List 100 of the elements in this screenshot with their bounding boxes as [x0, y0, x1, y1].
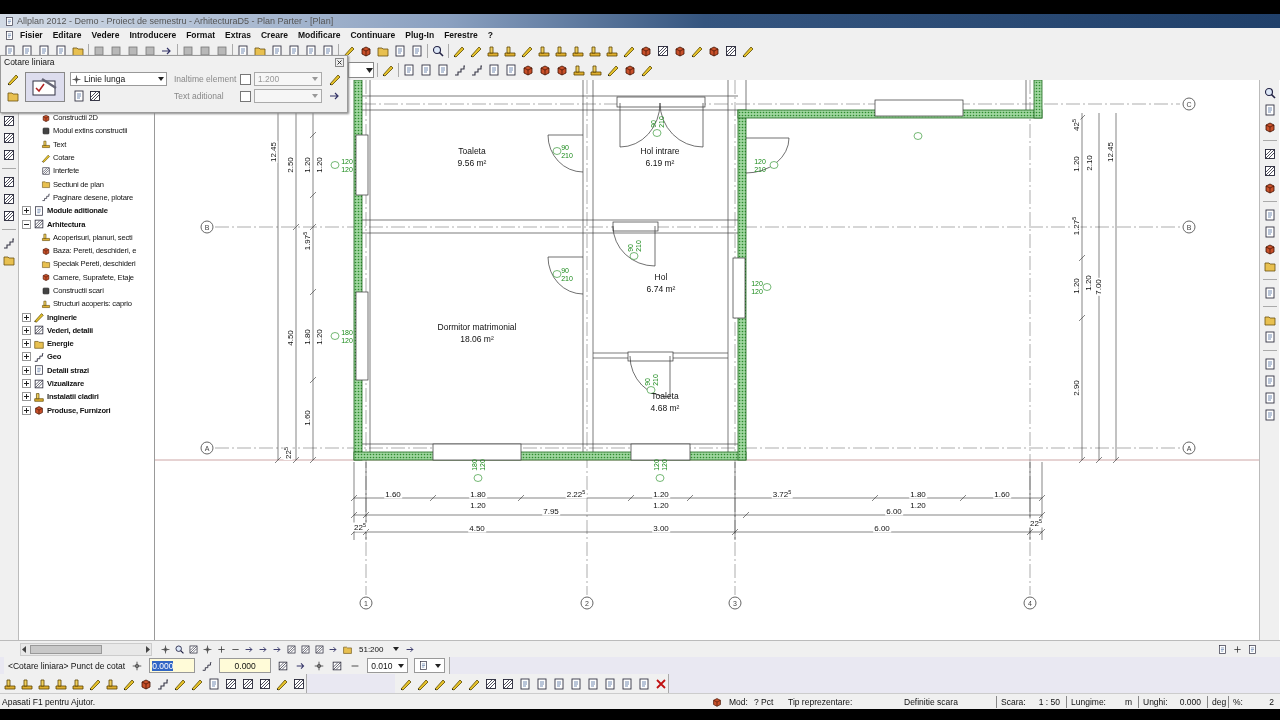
cube-icon[interactable] [521, 63, 535, 77]
hatch-icon[interactable] [2, 192, 16, 206]
hatch-icon[interactable] [484, 676, 498, 691]
page-icon[interactable] [54, 44, 68, 58]
square-icon[interactable] [181, 44, 195, 58]
scale-dropdown[interactable]: 51:200 [356, 644, 403, 654]
step-dropdown[interactable]: 0.010 [367, 658, 409, 673]
page-icon[interactable] [20, 44, 34, 58]
hatch-icon[interactable] [2, 175, 16, 189]
page-icon[interactable] [620, 676, 634, 691]
hatch-icon[interactable] [331, 659, 344, 672]
page-icon[interactable] [603, 676, 617, 691]
pencil-icon[interactable] [6, 72, 20, 86]
pencil-icon[interactable] [520, 44, 534, 58]
pencil-icon[interactable] [381, 63, 395, 77]
stairs-icon[interactable] [453, 63, 467, 77]
menu-item[interactable]: Plug-In [400, 30, 440, 40]
page-icon[interactable] [3, 44, 17, 58]
stairs-icon[interactable] [156, 676, 170, 691]
page-icon[interactable] [552, 676, 566, 691]
cube-icon[interactable] [639, 44, 653, 58]
menu-item[interactable]: Fisier [15, 30, 48, 40]
crosshair-icon[interactable] [131, 659, 144, 672]
right-arrow-icon[interactable] [144, 645, 151, 653]
pencil-icon[interactable] [452, 44, 466, 58]
expand-toggle[interactable] [22, 339, 31, 349]
hatch-icon[interactable] [2, 209, 16, 223]
menu-item[interactable]: Modificare [292, 30, 346, 40]
stairs-icon[interactable] [201, 659, 214, 672]
page-icon[interactable] [304, 44, 318, 58]
cube-icon[interactable] [538, 63, 552, 77]
search-icon[interactable] [174, 643, 185, 655]
expand-toggle[interactable] [22, 405, 31, 415]
page-icon[interactable] [410, 44, 424, 58]
page-icon[interactable] [236, 44, 250, 58]
expand-toggle[interactable] [22, 379, 31, 389]
hatch-icon[interactable] [2, 114, 16, 128]
crosshair-icon[interactable] [202, 643, 213, 655]
crosshair-icon[interactable] [313, 659, 326, 672]
menu-item[interactable]: Editare [47, 30, 87, 40]
page-icon[interactable] [535, 676, 549, 691]
page-icon[interactable] [1262, 408, 1277, 422]
square-icon[interactable] [198, 44, 212, 58]
page-icon[interactable] [436, 63, 450, 77]
page-icon[interactable] [37, 44, 51, 58]
hatch-icon[interactable] [224, 676, 238, 691]
dimension-tool-icon[interactable] [25, 72, 65, 102]
hatch-icon[interactable] [2, 131, 16, 145]
folder-icon[interactable] [6, 89, 20, 103]
pencil-icon[interactable] [469, 44, 483, 58]
plus-icon[interactable] [1232, 643, 1243, 655]
hatch-icon[interactable] [258, 676, 272, 691]
cube-icon[interactable] [1262, 120, 1277, 134]
square-icon[interactable] [126, 44, 140, 58]
cube-icon[interactable] [1262, 242, 1277, 256]
search-icon[interactable] [431, 44, 445, 58]
page-icon[interactable] [487, 63, 501, 77]
expand-toggle[interactable] [22, 206, 31, 216]
close-icon[interactable] [335, 57, 344, 67]
page-icon[interactable] [1217, 643, 1228, 655]
hatch-icon[interactable] [1262, 164, 1277, 178]
menu-item[interactable]: Vedere [86, 30, 125, 40]
pencil-icon[interactable] [741, 44, 755, 58]
cube-icon[interactable] [623, 63, 637, 77]
folder-icon[interactable] [1262, 313, 1277, 327]
hatch-icon[interactable] [292, 676, 306, 691]
pencil-icon[interactable] [328, 72, 342, 86]
pencil-icon[interactable] [606, 63, 620, 77]
pencil-icon[interactable] [640, 63, 654, 77]
value-field[interactable]: 0.000 [149, 658, 196, 673]
hatch-icon[interactable] [501, 676, 515, 691]
search-icon[interactable] [1262, 86, 1277, 100]
menu-item[interactable]: Creare [256, 30, 293, 40]
expand-toggle[interactable] [22, 325, 31, 335]
menu-item[interactable]: Ferestre [439, 30, 483, 40]
line-type-dropdown[interactable]: Linie lunga [70, 72, 167, 86]
cube-icon[interactable] [673, 44, 687, 58]
hatch-icon[interactable] [88, 89, 102, 103]
folder-icon[interactable] [71, 44, 85, 58]
cube-icon[interactable] [1262, 181, 1277, 195]
hatch-icon[interactable] [241, 676, 255, 691]
pencil-icon[interactable] [622, 44, 636, 58]
page-icon[interactable] [402, 63, 416, 77]
menu-item[interactable]: Extras [220, 30, 256, 40]
hatch-icon[interactable] [724, 44, 738, 58]
folder-icon[interactable] [376, 44, 390, 58]
page-icon[interactable] [4, 29, 15, 41]
mode-dropdown[interactable] [414, 658, 446, 673]
crosshair-icon[interactable] [160, 643, 171, 655]
page-icon[interactable] [569, 676, 583, 691]
expand-toggle[interactable] [22, 392, 31, 402]
folder-icon[interactable] [253, 44, 267, 58]
close-icon[interactable] [654, 676, 668, 691]
page-icon[interactable] [1262, 374, 1277, 388]
horizontal-scrollbar[interactable] [20, 642, 152, 656]
expand-toggle[interactable] [22, 312, 31, 322]
stairs-icon[interactable] [470, 63, 484, 77]
page-icon[interactable] [1262, 330, 1277, 344]
square-icon[interactable] [92, 44, 106, 58]
cube-icon[interactable] [707, 44, 721, 58]
